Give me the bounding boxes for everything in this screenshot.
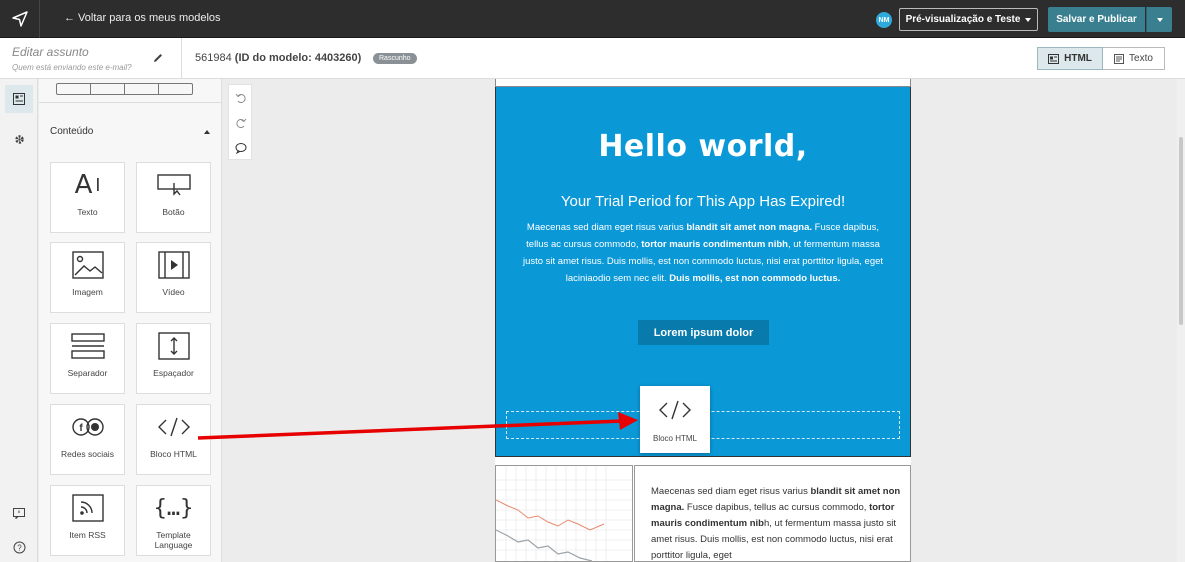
divider — [181, 38, 182, 78]
block-label: Imagem — [72, 287, 103, 297]
chevron-up-icon[interactable] — [204, 130, 210, 134]
chart-thumbnail-image — [496, 466, 632, 561]
header-block[interactable] — [495, 79, 911, 87]
block-social[interactable]: f Redes sociais — [50, 404, 125, 475]
block-template-language[interactable]: {…} Template Language — [136, 485, 211, 556]
columns-layout-block[interactable] — [56, 83, 193, 95]
text-block-paragraph[interactable]: Maecenas sed diam eget risus varius blan… — [651, 484, 901, 562]
preview-test-button[interactable]: Pré-visualização e Teste — [899, 8, 1038, 31]
block-spacer[interactable]: Espaçador — [136, 323, 211, 394]
hero-body-text[interactable]: Maecenas sed diam eget risus varius blan… — [516, 219, 890, 287]
chart-image-block[interactable] — [495, 465, 633, 562]
layout-section — [39, 79, 222, 103]
block-label: Texto — [77, 207, 98, 217]
block-separator[interactable]: Separador — [50, 323, 125, 394]
block-image[interactable]: Imagem — [50, 242, 125, 313]
code-icon — [658, 386, 692, 434]
model-number: 561984 — [195, 52, 232, 64]
redo-icon[interactable] — [229, 110, 253, 135]
subject-bar: Editar assunto Quem está enviando este e… — [0, 38, 1185, 79]
rss-icon — [71, 486, 104, 530]
block-label: Espaçador — [153, 368, 194, 378]
tab-html[interactable]: HTML — [1037, 47, 1103, 70]
block-label: Vídeo — [162, 287, 185, 297]
block-html[interactable]: Bloco HTML — [136, 404, 211, 475]
save-options-dropdown[interactable] — [1146, 7, 1172, 32]
subject-input[interactable]: Editar assunto — [12, 45, 89, 59]
scrollbar-thumb[interactable] — [1179, 137, 1183, 325]
block-label: Redes sociais — [61, 449, 114, 459]
text-icon: AI — [74, 170, 101, 200]
undo-icon[interactable] — [229, 85, 253, 110]
help-icon[interactable]: ? — [5, 533, 33, 561]
model-identifier: 561984 (ID do modelo: 4403260) — [195, 52, 361, 64]
text-view-icon — [1114, 53, 1125, 64]
block-label: Item RSS — [69, 530, 106, 540]
spacer-icon — [157, 324, 190, 368]
svg-text:f: f — [79, 423, 83, 434]
model-id: (ID do modelo: 4403260) — [234, 52, 362, 64]
drag-block-label: Bloco HTML — [652, 434, 697, 443]
svg-text:?: ? — [17, 543, 22, 552]
avatar[interactable]: NM — [876, 12, 892, 28]
text-block[interactable]: Maecenas sed diam eget risus varius blan… — [634, 465, 911, 562]
video-icon — [157, 243, 190, 287]
left-rail: ? — [0, 79, 38, 562]
hero-title[interactable]: Hello world, — [496, 129, 910, 164]
block-label: Bloco HTML — [150, 449, 197, 459]
block-label: Botão — [162, 207, 185, 217]
section-title[interactable]: Conteúdo — [50, 126, 93, 137]
feedback-icon[interactable] — [5, 499, 33, 527]
tab-text[interactable]: Texto — [1103, 47, 1165, 70]
content-blocks-icon[interactable] — [5, 85, 33, 113]
scrollbar[interactable] — [1177, 79, 1185, 562]
block-button[interactable]: Botão — [136, 162, 211, 233]
editor-tools — [228, 84, 252, 160]
top-bar: ← Voltar para os meus modelos NM Pré-vis… — [0, 0, 1185, 38]
content-panel: Conteúdo AI Texto Botão Imagem Vídeo Sep… — [39, 79, 222, 562]
preview-test-label: Pré-visualização e Teste — [905, 14, 1021, 25]
sender-input[interactable]: Quem está enviando este e-mail? — [12, 63, 132, 72]
chevron-down-icon — [1025, 17, 1032, 22]
button-icon — [156, 163, 191, 207]
block-text[interactable]: AI Texto — [50, 162, 125, 233]
block-label: Separador — [67, 368, 108, 378]
hero-cta-button[interactable]: Lorem ipsum dolor — [638, 320, 769, 345]
tab-html-label: HTML — [1064, 53, 1092, 64]
chevron-down-icon — [1156, 17, 1163, 22]
dragged-html-block[interactable]: Bloco HTML — [640, 386, 710, 453]
braces-icon: {…} — [153, 495, 194, 521]
hero-subtitle[interactable]: Your Trial Period for This App Has Expir… — [496, 193, 910, 210]
status-badge: Rascunho — [373, 53, 417, 64]
pencil-icon[interactable] — [152, 51, 164, 69]
html-view-icon — [1048, 53, 1060, 64]
block-video[interactable]: Vídeo — [136, 242, 211, 313]
comment-icon[interactable] — [229, 135, 253, 160]
image-icon — [71, 243, 104, 287]
back-to-templates-link[interactable]: ← Voltar para os meus modelos — [64, 12, 221, 24]
send-logo-icon[interactable] — [0, 0, 40, 38]
block-rss[interactable]: Item RSS — [50, 485, 125, 556]
block-label: Template Language — [154, 530, 193, 550]
code-icon — [157, 405, 191, 449]
gear-icon[interactable] — [5, 125, 33, 153]
social-icon: f — [71, 405, 105, 449]
separator-icon — [70, 324, 105, 368]
tab-text-label: Texto — [1129, 53, 1153, 64]
save-publish-button[interactable]: Salvar e Publicar — [1048, 7, 1145, 32]
